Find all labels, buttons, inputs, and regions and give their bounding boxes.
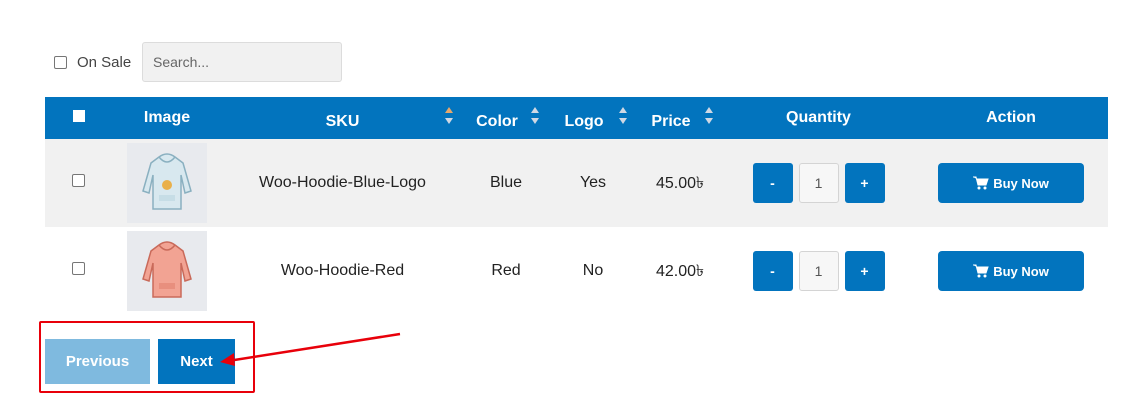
- annotation-arrow-icon: [220, 332, 401, 366]
